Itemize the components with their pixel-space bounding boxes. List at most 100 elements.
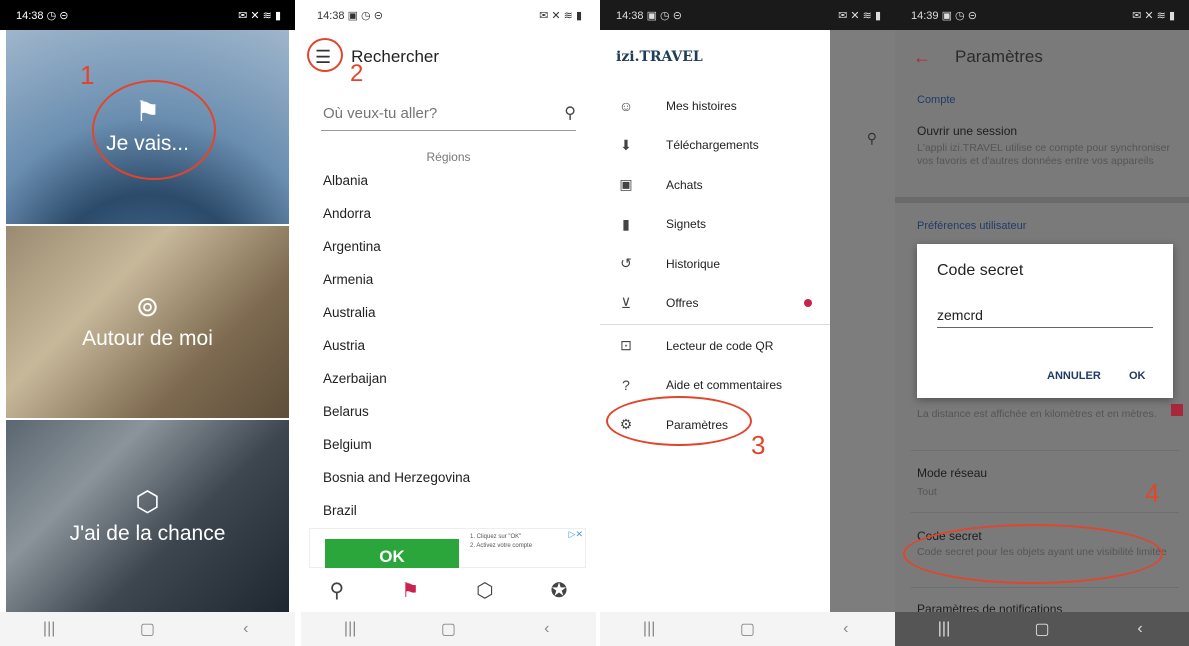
section-header: Préférences utilisateur — [917, 220, 1027, 232]
screen-drawer: 14:38 ▣ ◷ ⊝ ✉ ✕ ≋ ▮ ⚲ izi.TRAVEL ☺ Mes h… — [600, 0, 895, 646]
menu-item-signets[interactable]: ▮ Signets — [600, 205, 830, 245]
list-item[interactable]: Azerbaijan — [323, 368, 596, 401]
checkbox[interactable] — [1171, 404, 1183, 416]
signpost-icon[interactable]: ⚑ — [401, 578, 419, 603]
menu-item-label: Téléchargements — [666, 138, 759, 153]
list-item[interactable]: Albania — [323, 170, 596, 203]
history-icon: ↺ — [620, 255, 632, 272]
home-button[interactable]: ▢ — [428, 619, 468, 639]
bottom-nav: ⚲ ⚑ ⬡ ✪ — [301, 568, 596, 612]
status-icons-right: ✉ ✕ ≋ ▮ — [238, 9, 281, 22]
list-item[interactable]: Austria — [323, 335, 596, 368]
dice-icon: ⬡ — [135, 486, 160, 517]
app-toolbar: ← Paramètres — [895, 30, 1189, 84]
status-time: 14:38 — [317, 9, 345, 22]
search-field: ⚲ — [321, 96, 576, 131]
recents-button[interactable]: ||| — [330, 620, 370, 638]
status-icons-right: ✉ ✕ ≋ ▮ — [1132, 9, 1175, 22]
home-button[interactable]: ▢ — [727, 619, 767, 639]
setting-description: L'appli izi.TRAVEL utilise ce compte pou… — [917, 142, 1170, 167]
home-button[interactable]: ▢ — [1022, 619, 1062, 639]
list-item[interactable]: Bosnia and Herzegovina — [323, 467, 596, 500]
scrim[interactable]: ⚲ — [830, 30, 895, 612]
search-input[interactable] — [321, 103, 525, 123]
screen-settings: 14:39 ▣ ◷ ⊝ ✉ ✕ ≋ ▮ ← Paramètres Compte … — [895, 0, 1189, 646]
menu-item-label: Signets — [666, 217, 707, 232]
ad-text: 1. Cliquez sur "OK" 2. Activez votre com… — [470, 533, 532, 551]
menu-item-mes-histoires[interactable]: ☺ Mes histoires — [600, 86, 830, 126]
qr-scan-icon: ⊡ — [620, 337, 632, 354]
menu-item-historique[interactable]: ↺ Historique — [600, 244, 830, 284]
status-bar: 14:39 ▣ ◷ ⊝ ✉ ✕ ≋ ▮ — [895, 0, 1189, 30]
tile-autour-de-moi[interactable]: ⊚ Autour de moi — [6, 226, 289, 418]
system-nav-bar: ||| ▢ ‹ — [600, 612, 895, 646]
dice-icon[interactable]: ⬡ — [476, 578, 493, 603]
menu-item-label: Lecteur de code QR — [666, 338, 774, 353]
recents-button[interactable]: ||| — [629, 620, 669, 638]
search-icon[interactable]: ⚲ — [564, 103, 576, 123]
list-item[interactable]: Belarus — [323, 401, 596, 434]
menu-item-telechargements[interactable]: ⬇ Téléchargements — [600, 126, 830, 166]
ad-ok-button[interactable]: OK — [325, 539, 459, 569]
ad-line: 2. Activez votre compte — [470, 543, 533, 549]
step-number: 4 — [1145, 478, 1160, 508]
status-icons: ◷ ⊝ — [46, 9, 69, 22]
back-button[interactable]: ‹ — [226, 620, 266, 638]
status-bar: 14:38 ▣ ◷ ⊝ ✉ ✕ ≋ ▮ — [301, 0, 596, 30]
status-icons-right: ✉ ✕ ≋ ▮ — [838, 9, 881, 22]
back-button[interactable]: ‹ — [1120, 620, 1160, 638]
menu-item-achats[interactable]: ▣ Achats — [600, 165, 830, 205]
divider — [600, 324, 830, 325]
star-icon[interactable]: ✪ — [551, 578, 568, 603]
menu-item-qr[interactable]: ⊡ Lecteur de code QR — [600, 326, 830, 366]
status-time: 14:38 — [16, 9, 44, 22]
system-nav-bar: ||| ▢ ‹ — [0, 612, 295, 646]
code-input[interactable] — [937, 307, 1153, 328]
divider — [911, 512, 1179, 513]
setting-description: La distance est affichée en kilomètres e… — [917, 408, 1157, 420]
cancel-button[interactable]: ANNULER — [1047, 370, 1101, 382]
highlight-ring — [92, 80, 216, 180]
status-time: 14:39 — [911, 9, 939, 22]
menu-item-label: Mes histoires — [666, 98, 737, 113]
list-item[interactable]: Belgium — [323, 434, 596, 467]
menu-item-label: Achats — [666, 177, 703, 192]
back-arrow-icon[interactable]: ← — [913, 47, 931, 68]
shop-icon: ▣ — [619, 176, 633, 193]
ok-button[interactable]: OK — [1129, 370, 1146, 382]
menu-item-offres[interactable]: ⊻ Offres — [600, 284, 830, 324]
screen-search: 14:38 ▣ ◷ ⊝ ✉ ✕ ≋ ▮ ☰ Rechercher 2 ⚲ Rég… — [301, 0, 596, 646]
list-item[interactable]: Argentina — [323, 236, 596, 269]
status-icons: ▣ ◷ ⊝ — [941, 9, 977, 22]
ad-banner[interactable]: OK 1. Cliquez sur "OK" 2. Activez votre … — [309, 528, 586, 569]
menu-item-label: Offres — [666, 296, 699, 311]
setting-title[interactable]: Ouvrir une session — [917, 124, 1017, 138]
back-button[interactable]: ‹ — [527, 620, 567, 638]
list-item[interactable]: Armenia — [323, 269, 596, 302]
app-logo: izi.TRAVEL — [616, 49, 703, 65]
help-icon: ? — [622, 377, 630, 394]
setting-value: Tout — [917, 486, 937, 498]
status-bar: 14:38 ▣ ◷ ⊝ ✉ ✕ ≋ ▮ — [600, 0, 895, 30]
setting-title[interactable]: Mode réseau — [917, 466, 987, 480]
section-header: Régions — [426, 150, 471, 164]
status-time: 14:38 — [616, 9, 644, 22]
page-title: Rechercher — [351, 47, 440, 66]
screen-home: 14:38 ◷ ⊝ ✉ ✕ ≋ ▮ ⚑ Je vais... ⊚ Autour … — [0, 0, 295, 646]
back-button[interactable]: ‹ — [826, 620, 866, 638]
home-button[interactable]: ▢ — [127, 619, 167, 639]
recents-button[interactable]: ||| — [924, 620, 964, 638]
drawer-menu: ☺ Mes histoires ⬇ Téléchargements ▣ Acha… — [600, 86, 830, 445]
notification-badge — [804, 299, 812, 308]
recents-button[interactable]: ||| — [29, 620, 69, 638]
map-pin-icon[interactable]: ⚲ — [330, 578, 345, 603]
highlight-ring — [903, 524, 1163, 584]
list-item[interactable]: Australia — [323, 302, 596, 335]
highlight-ring — [307, 38, 343, 72]
page-title: Paramètres — [955, 47, 1043, 66]
list-item[interactable]: Andorra — [323, 203, 596, 236]
ad-close-icon[interactable]: ▷✕ — [569, 529, 583, 540]
app-toolbar: ☰ Rechercher — [301, 30, 596, 84]
search-icon: ⚲ — [866, 130, 877, 146]
tile-chance[interactable]: ⬡ J'ai de la chance — [6, 420, 289, 614]
